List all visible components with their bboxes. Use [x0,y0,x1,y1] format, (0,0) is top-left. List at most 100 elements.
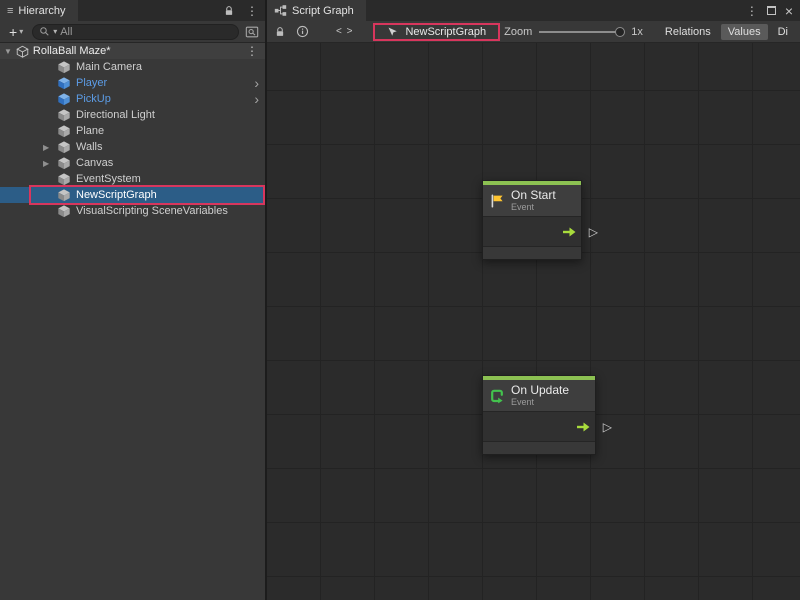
hierarchy-item-walls[interactable]: ▶ Walls [0,139,265,155]
node-subtitle: Event [511,202,556,212]
item-label: PickUp [76,93,111,105]
gameobject-icon [57,172,71,186]
item-label: Directional Light [76,109,155,121]
window-options-icon[interactable]: ⋮ [746,5,758,17]
flow-output-port-icon[interactable] [576,422,590,432]
add-icon: + [9,25,17,39]
tab-hierarchy[interactable]: ≡ Hierarchy [0,0,78,21]
hierarchy-item-pickup[interactable]: PickUp › [0,91,265,107]
pane-menu-icon: ≡ [7,5,13,17]
node-on-update[interactable]: On Update Event ▷ [482,375,596,455]
flow-output-port-icon[interactable] [562,227,576,237]
chevron-down-icon: ▾ [19,25,23,39]
node-footer [483,441,595,454]
hierarchy-item-visualscripting-scenevariables[interactable]: VisualScripting SceneVariables [0,203,265,219]
prefab-chevron-icon[interactable]: › [254,76,259,90]
expand-arrow-icon[interactable]: ▶ [43,159,49,168]
node-header[interactable]: On Update Event [483,380,595,411]
zoom-group: Zoom 1x Relations Values Di [504,24,795,40]
search-filter-caret-icon[interactable]: ▾ [53,27,57,36]
scene-header[interactable]: ▼ RollaBall Maze* ⋮ [0,43,265,59]
node-on-start[interactable]: On Start Event ▷ [482,180,582,260]
info-icon[interactable] [294,24,310,40]
hierarchy-item-plane[interactable]: Plane [0,123,265,139]
unity-editor-window: ≡ Hierarchy ⋮ + ▾ ▾ All [0,0,800,600]
scene-options-icon[interactable]: ⋮ [246,45,258,57]
hierarchy-item-canvas[interactable]: ▶ Canvas [0,155,265,171]
zoom-slider[interactable] [539,31,623,33]
lock-icon[interactable] [221,3,237,19]
code-icon[interactable]: < > [336,26,353,37]
gameobject-icon [57,188,71,202]
gameobject-icon [57,124,71,138]
dim-button[interactable]: Di [771,24,795,40]
hierarchy-item-eventsystem[interactable]: EventSystem [0,171,265,187]
search-icon [39,26,50,37]
gameobject-icon [57,204,71,218]
hierarchy-item-player[interactable]: Player › [0,75,265,91]
gameobject-icon [57,140,71,154]
flag-icon [489,193,505,209]
hierarchy-toolbar: + ▾ ▾ All [0,21,265,43]
add-object-button[interactable]: + ▾ [5,25,27,39]
node-title: On Start [511,189,556,202]
item-label: Plane [76,125,104,137]
gameobject-icon [57,60,71,74]
graph-toolbar: < > NewScriptGraph Zoom 1x Relations Val… [267,21,800,43]
zoom-slider-knob[interactable] [615,27,625,37]
prefab-chevron-icon[interactable]: › [254,92,259,106]
graph-tabbar: Script Graph ⋮ × [267,0,800,21]
prefab-icon [57,92,71,106]
close-icon[interactable]: × [785,4,793,18]
prefab-icon [57,76,71,90]
item-label: Player [76,77,107,89]
maximize-icon[interactable] [767,6,776,15]
hierarchy-item-directional-light[interactable]: Directional Light [0,107,265,123]
node-body: ▷ [483,216,581,246]
script-graph-asset-icon [387,26,399,38]
node-header[interactable]: On Start Event [483,185,581,216]
hierarchy-search-input[interactable]: ▾ All [32,24,239,40]
expand-arrow-icon[interactable]: ▶ [43,143,49,152]
zoom-value: 1x [631,26,643,38]
zoom-label: Zoom [504,26,532,38]
graph-lock-icon[interactable] [272,24,288,40]
item-label: Walls [76,141,102,153]
graph-tabbar-right: ⋮ × [746,0,800,21]
hierarchy-item-newscriptgraph[interactable]: NewScriptGraph [0,187,265,203]
node-footer [483,246,581,259]
item-label: EventSystem [76,173,141,185]
node-title-group: On Start Event [511,189,556,212]
node-subtitle: Event [511,397,569,407]
hierarchy-tabbar: ≡ Hierarchy ⋮ [0,0,265,21]
port-connect-triangle-icon[interactable]: ▷ [589,226,598,238]
search-value: All [60,26,72,38]
foldout-open-icon[interactable]: ▼ [4,47,12,56]
script-graph-panel: Script Graph ⋮ × < > NewScriptGraph [267,0,800,600]
unity-scene-icon [16,45,29,58]
node-title-group: On Update Event [511,384,569,407]
script-graph-tab-icon [274,4,287,17]
item-label: VisualScripting SceneVariables [76,205,228,217]
tab-script-graph-label: Script Graph [292,5,354,17]
tab-hierarchy-label: Hierarchy [18,5,65,17]
item-label: NewScriptGraph [76,189,157,201]
search-window-icon[interactable] [244,24,260,40]
gameobject-icon [57,156,71,170]
update-loop-icon [489,388,505,404]
item-label: Canvas [76,157,113,169]
hierarchy-panel: ≡ Hierarchy ⋮ + ▾ ▾ All [0,0,265,600]
relations-button[interactable]: Relations [658,24,718,40]
graph-canvas[interactable]: On Start Event ▷ [267,43,800,600]
scene-name: RollaBall Maze* [33,45,111,57]
tab-script-graph[interactable]: Script Graph [267,0,366,21]
pane-options-icon[interactable]: ⋮ [246,5,258,17]
graph-breadcrumb[interactable]: NewScriptGraph [373,23,500,41]
item-label: Main Camera [76,61,142,73]
port-connect-triangle-icon[interactable]: ▷ [603,421,612,433]
graph-name-label: NewScriptGraph [405,26,486,38]
values-button[interactable]: Values [721,24,768,40]
node-title: On Update [511,384,569,397]
hierarchy-item-main-camera[interactable]: Main Camera [0,59,265,75]
hierarchy-tree: ▼ RollaBall Maze* ⋮ Main Camera Player ›… [0,43,265,223]
